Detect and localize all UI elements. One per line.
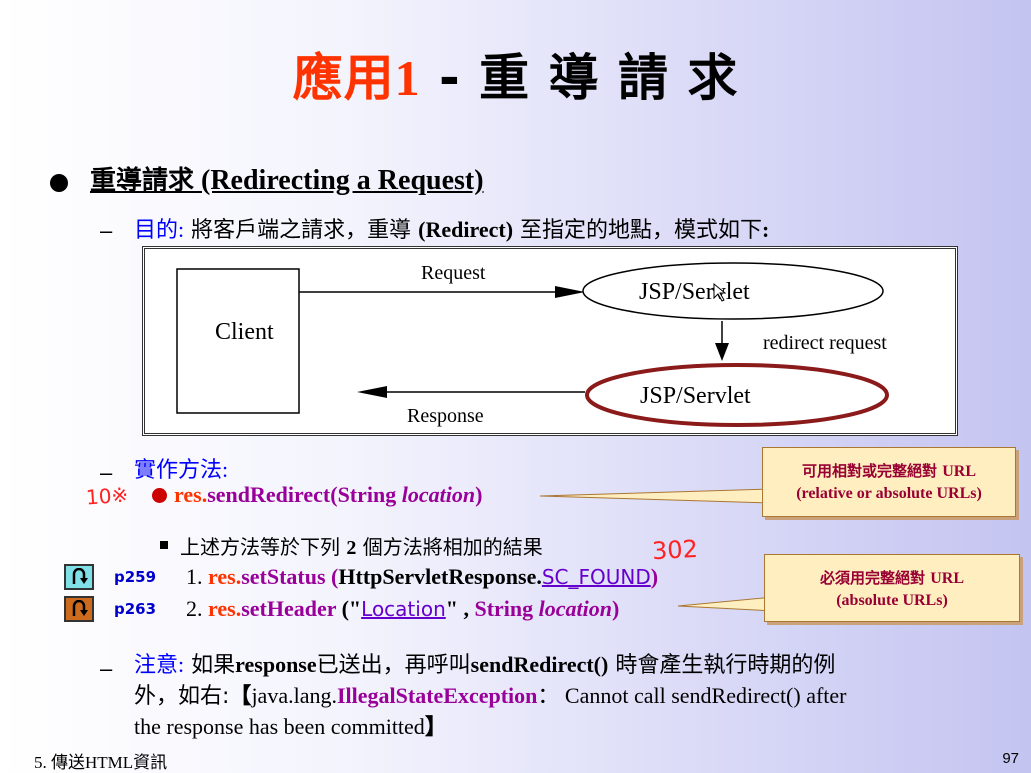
bullet-dot (50, 174, 68, 192)
request-arrowhead (555, 286, 585, 298)
step1-class: HttpServletResponse. (338, 564, 542, 589)
nav-button-p263[interactable] (64, 596, 94, 622)
title-part-cjk: 應用 (292, 49, 395, 107)
page-ref-p259[interactable]: p259 (114, 568, 156, 586)
step2-header-key: Location (361, 597, 446, 621)
callout-absolute-only: 必須用完整絕對 URL (absolute URLs) (764, 554, 1020, 622)
step1-line: 1. res.setStatus (HttpServletResponse.SC… (186, 564, 658, 590)
note-text-3: 時會產生執行時期的例 (608, 653, 836, 678)
handwritten-status-code: 302 (651, 534, 699, 566)
method-name: sendRedirect (207, 482, 331, 507)
purpose-text-4: : (762, 217, 770, 242)
callout1-pointer (540, 488, 772, 504)
dash-marker: – (100, 218, 113, 243)
method-bullet (152, 488, 167, 503)
purpose-text-1: 將客戶端之請求，重導 (184, 218, 419, 243)
diagram-canvas: Client Request JSP/Servlet redirect requ… (176, 262, 889, 427)
method-param-type: String (337, 482, 402, 507)
sub-line: 上述方法等於下列 2 個方法將相加的結果 (180, 531, 543, 560)
note-response: response (235, 652, 317, 677)
note-text-1: 如果 (184, 653, 236, 678)
dash-marker: – (100, 460, 113, 485)
note-text-4: 外，如右: (134, 684, 230, 709)
step2-param-type: String (474, 596, 539, 621)
return-icon (72, 600, 88, 616)
note-exception: IllegalStateException (336, 683, 538, 708)
handwritten-note: 10※ (85, 482, 130, 510)
callout1-line1-url: URL (942, 463, 976, 480)
purpose-text-2: (Redirect) (418, 217, 514, 242)
purpose-label: 目的 (134, 218, 179, 243)
impl-label: 實作方法 (134, 458, 223, 483)
nav-button-p259[interactable] (64, 564, 94, 590)
note-paragraph: 注意: 如果response已送出，再呼叫sendRedirect() 時會產生… (134, 650, 984, 742)
slide-title: 應用1 - 重 導 請 求 (0, 38, 1031, 110)
page-ref-p263[interactable]: p263 (114, 600, 156, 618)
sub-number: 2 (346, 537, 357, 559)
step1-number: 1. (186, 564, 208, 589)
method-line: res.sendRedirect(String location) (174, 482, 482, 508)
redirect-label: redirect request (763, 332, 887, 354)
response-arrowhead (357, 386, 387, 398)
step2-separator: " , (445, 596, 475, 621)
footer-chapter: 5. 傳送HTML資訊 (34, 753, 168, 772)
callout2-line2: (absolute URLs) (836, 592, 948, 609)
purpose-text-3: 至指定的地點，模式如下 (513, 218, 763, 243)
note-package: java.lang. (251, 683, 337, 708)
note-text-2: 已送出，再呼叫 (316, 653, 471, 678)
step1-open-paren: ( (325, 564, 339, 589)
step1-prefix: res. (208, 564, 242, 589)
redirect-arrowhead (715, 343, 729, 361)
callout-relative-absolute: 可用相對或完整絕對 URL (relative or absolute URLs… (762, 447, 1016, 517)
step1-close-paren: ) (650, 564, 659, 589)
step1-method: setStatus (241, 564, 326, 589)
method-open-paren: ( (330, 482, 338, 507)
step2-close-paren: ) (612, 596, 620, 621)
server-top-label: JSP/Servlet (639, 279, 750, 305)
impl-line: 實作方法: (134, 452, 228, 484)
note-bracket-open: 【 (229, 683, 252, 708)
step2-method: setHeader (241, 596, 337, 621)
step2-param-name: location (538, 596, 612, 621)
step2-open-quote: (" (336, 596, 362, 621)
dash-marker: – (100, 656, 113, 681)
step2-line: 2. res.setHeader ("Location" , String lo… (186, 596, 619, 622)
callout1-line1-cjk: 可用相對或完整絕對 (801, 462, 943, 480)
method-prefix: res. (174, 482, 208, 507)
sub-text-2: 個方法將相加的結果 (356, 535, 543, 559)
square-bullet (160, 541, 168, 549)
purpose-line: 目的: 將客戶端之請求，重導 (Redirect) 至指定的地點，模式如下: (134, 212, 769, 244)
bullet-heading-cjk: 重導請求 (90, 166, 195, 196)
method-param-name: location (401, 482, 476, 507)
bullet-heading: 重導請求 (Redirecting a Request) (90, 160, 484, 197)
server-bottom-label: JSP/Servlet (640, 383, 751, 409)
redirect-diagram: Client Request JSP/Servlet redirect requ… (142, 246, 958, 436)
callout2-pointer (678, 596, 774, 612)
step2-prefix: res. (208, 596, 242, 621)
step1-constant: SC_FOUND (541, 565, 651, 589)
method-close-paren: ) (475, 482, 483, 507)
response-label: Response (407, 405, 484, 427)
sub-text-1: 上述方法等於下列 (180, 535, 347, 559)
client-label: Client (215, 319, 274, 345)
page-number: 97 (1002, 750, 1019, 767)
step2-number: 2. (186, 596, 208, 621)
bullet-heading-en: (Redirecting a Request) (194, 165, 484, 196)
callout1-line2: (relative or absolute URLs) (796, 485, 982, 502)
note-send-redirect: sendRedirect() (470, 652, 609, 677)
note-text-7: the response has been committed (134, 714, 425, 739)
title-part-rest: - 重 導 請 求 (420, 49, 739, 107)
note-bracket-close: 】 (424, 714, 447, 739)
request-label: Request (421, 262, 486, 284)
note-text-6: ： Cannot call sendRedirect() after (537, 683, 847, 708)
callout2-line1-url: URL (930, 570, 964, 587)
impl-colon: : (222, 457, 229, 482)
note-label: 注意 (134, 653, 179, 678)
title-part-number: 1 (394, 50, 421, 106)
return-icon (72, 568, 88, 584)
callout2-line1-cjk: 必須用完整絕對 (819, 569, 931, 587)
